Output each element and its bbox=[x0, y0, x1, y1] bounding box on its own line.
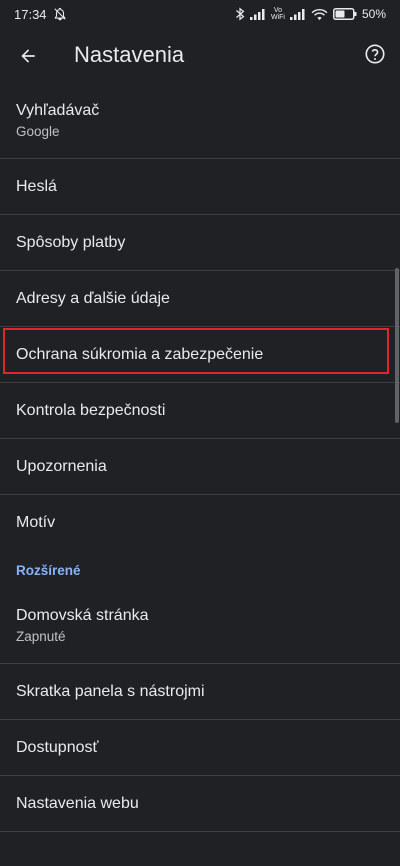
setting-title: Adresy a ďalšie údaje bbox=[16, 289, 170, 307]
help-button[interactable] bbox=[363, 42, 387, 66]
app-bar: Nastavenia bbox=[0, 28, 400, 84]
setting-theme[interactable]: Motív bbox=[0, 495, 400, 551]
notifications-muted-icon bbox=[53, 7, 67, 21]
setting-payment-methods[interactable]: Spôsoby platby bbox=[0, 215, 400, 271]
section-header-advanced: Rozšírené bbox=[16, 562, 81, 578]
vowifi-top: Vo bbox=[273, 7, 283, 14]
setting-search-engine[interactable]: Vyhľadávač Google bbox=[0, 84, 400, 159]
back-arrow-icon bbox=[21, 49, 35, 63]
vowifi-bottom: WiFi bbox=[270, 14, 285, 21]
setting-title: Upozornenia bbox=[16, 457, 107, 475]
setting-title: Motív bbox=[16, 514, 56, 531]
page-title: Nastavenia bbox=[74, 42, 185, 67]
setting-partial-next[interactable] bbox=[0, 832, 400, 862]
setting-site-settings[interactable]: Nastavenia webu bbox=[0, 776, 400, 832]
setting-accessibility[interactable]: Dostupnosť bbox=[0, 720, 400, 776]
setting-title: Domovská stránka bbox=[16, 607, 149, 624]
setting-title: Heslá bbox=[16, 177, 57, 195]
setting-summary: Zapnuté bbox=[16, 629, 66, 644]
setting-addresses[interactable]: Adresy a ďalšie údaje bbox=[0, 271, 400, 327]
help-icon bbox=[365, 44, 385, 64]
vowifi-indicator: Vo WiFi bbox=[271, 7, 285, 21]
signal-icon-1 bbox=[249, 8, 266, 20]
setting-safety-check[interactable]: Kontrola bezpečnosti bbox=[0, 383, 400, 439]
setting-title: Ochrana súkromia a zabezpečenie bbox=[16, 345, 264, 363]
setting-summary: Google bbox=[16, 124, 60, 139]
setting-title: Skratka panela s nástrojmi bbox=[16, 682, 205, 700]
setting-homepage[interactable]: Domovská stránka Zapnuté bbox=[0, 589, 400, 664]
settings-list: Vyhľadávač Google Heslá Spôsoby platby A… bbox=[0, 84, 400, 862]
setting-notifications[interactable]: Upozornenia bbox=[0, 439, 400, 495]
battery-icon bbox=[332, 8, 357, 20]
status-bar: 17:34 Vo WiFi 50% bbox=[0, 0, 400, 28]
status-left: 17:34 bbox=[14, 7, 67, 22]
back-button[interactable] bbox=[14, 42, 42, 70]
setting-title: Vyhľadávač bbox=[16, 102, 100, 119]
setting-privacy-security[interactable]: Ochrana súkromia a zabezpečenie bbox=[0, 327, 400, 383]
setting-title: Dostupnosť bbox=[16, 738, 99, 756]
setting-passwords[interactable]: Heslá bbox=[0, 159, 400, 215]
scrollbar[interactable] bbox=[395, 268, 399, 423]
signal-icon-2 bbox=[289, 8, 306, 20]
setting-title: Kontrola bezpečnosti bbox=[16, 401, 166, 419]
battery-percent: 50% bbox=[361, 7, 386, 21]
setting-title: Nastavenia webu bbox=[16, 794, 139, 812]
status-right: Vo WiFi 50% bbox=[235, 7, 386, 21]
status-time: 17:34 bbox=[14, 6, 47, 22]
setting-title: Spôsoby platby bbox=[16, 233, 126, 251]
wifi-icon bbox=[311, 8, 328, 21]
bluetooth-icon bbox=[235, 7, 245, 21]
setting-toolbar-shortcut[interactable]: Skratka panela s nástrojmi bbox=[0, 664, 400, 720]
